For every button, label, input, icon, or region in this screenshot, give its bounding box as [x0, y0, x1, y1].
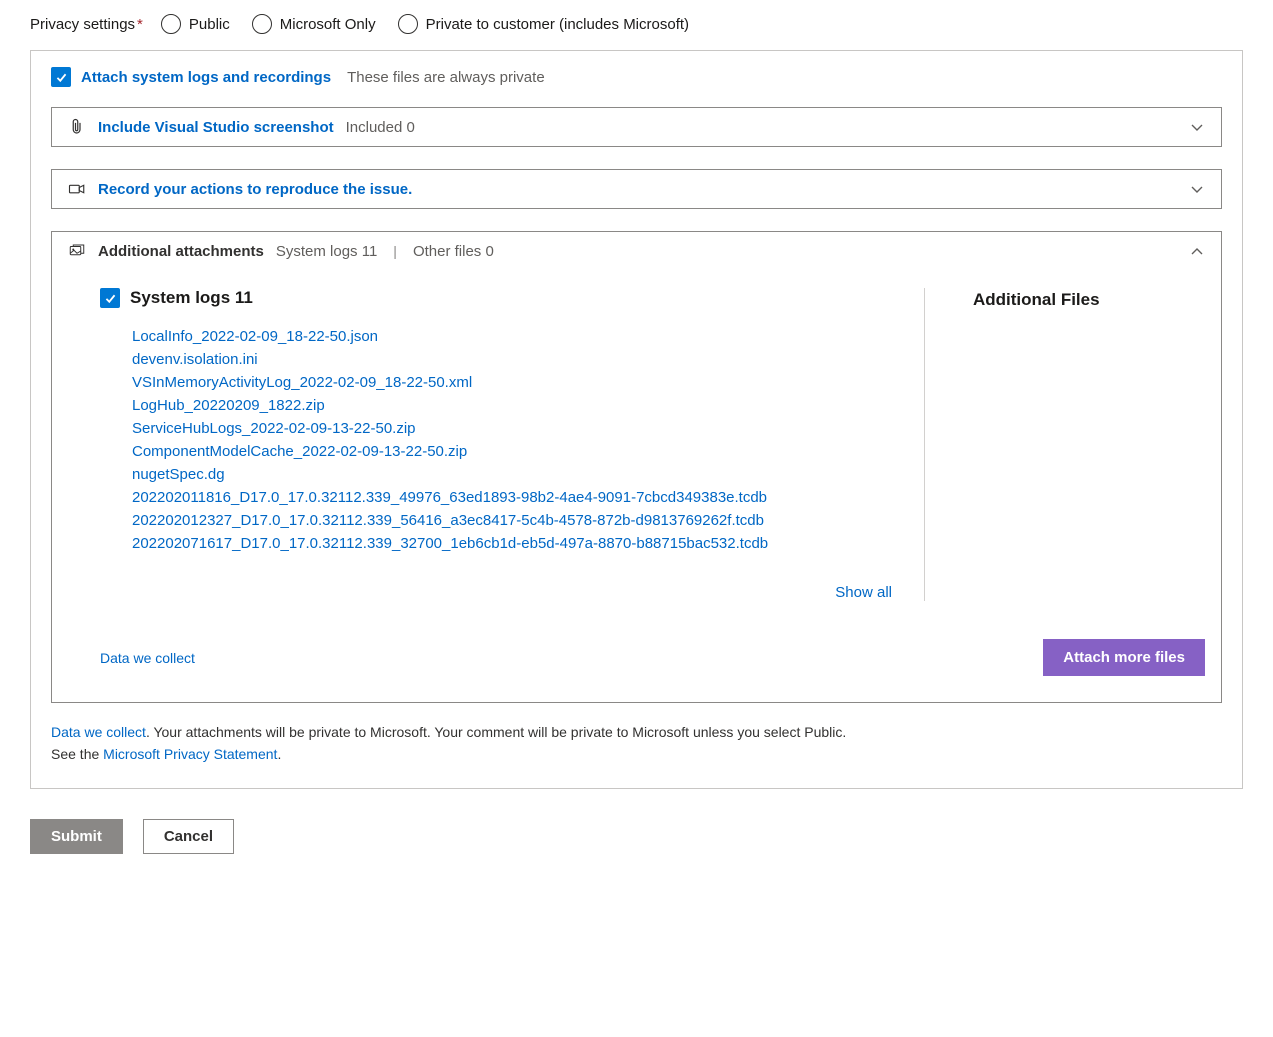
system-logs-checkbox[interactable]	[100, 288, 120, 308]
attach-system-logs-label[interactable]: Attach system logs and recordings	[81, 69, 331, 86]
privacy-label-text: Privacy settings	[30, 16, 135, 33]
required-asterisk: *	[137, 16, 143, 33]
attach-system-logs-row: Attach system logs and recordings These …	[51, 67, 1222, 87]
privacy-option-private-to-customer[interactable]: Private to customer (includes Microsoft)	[398, 14, 689, 34]
privacy-radio-group: Public Microsoft Only Private to custome…	[161, 14, 689, 34]
check-icon	[104, 292, 117, 305]
chevron-down-icon	[1189, 181, 1205, 197]
privacy-label: Privacy settings*	[30, 16, 143, 33]
paperclip-icon	[68, 118, 86, 136]
legal-text-3: .	[277, 746, 281, 762]
system-log-file-link[interactable]: devenv.isolation.ini	[132, 351, 900, 368]
radio-label: Public	[189, 16, 230, 33]
additional-files-heading: Additional Files	[973, 290, 1205, 310]
action-buttons-row: Submit Cancel	[30, 819, 1243, 854]
radio-icon	[398, 14, 418, 34]
system-log-file-link[interactable]: VSInMemoryActivityLog_2022-02-09_18-22-5…	[132, 374, 900, 391]
legal-data-we-collect-link[interactable]: Data we collect	[51, 724, 146, 740]
system-log-file-link[interactable]: ServiceHubLogs_2022-02-09-13-22-50.zip	[132, 420, 900, 437]
additional-attachments-header[interactable]: Additional attachments System logs 11 | …	[52, 232, 1221, 270]
radio-icon	[252, 14, 272, 34]
record-panel-header[interactable]: Record your actions to reproduce the iss…	[52, 170, 1221, 208]
radio-label: Private to customer (includes Microsoft)	[426, 16, 689, 33]
additional-attachments-panel: Additional attachments System logs 11 | …	[51, 231, 1222, 703]
privacy-option-microsoft-only[interactable]: Microsoft Only	[252, 14, 376, 34]
attachments-footer: Data we collect Attach more files	[68, 639, 1205, 676]
additional-panel-meta1: System logs 11	[276, 243, 377, 260]
attach-more-files-button[interactable]: Attach more files	[1043, 639, 1205, 676]
legal-text-2: See the	[51, 746, 103, 762]
screenshot-panel-header[interactable]: Include Visual Studio screenshot Include…	[52, 108, 1221, 146]
system-log-file-link[interactable]: 202202011816_D17.0_17.0.32112.339_49976_…	[132, 489, 900, 506]
screenshot-panel: Include Visual Studio screenshot Include…	[51, 107, 1222, 147]
privacy-option-public[interactable]: Public	[161, 14, 230, 34]
legal-text: Data we collect. Your attachments will b…	[51, 721, 1222, 766]
data-we-collect-link[interactable]: Data we collect	[68, 650, 195, 666]
additional-files-column: Additional Files	[925, 288, 1205, 601]
record-panel: Record your actions to reproduce the iss…	[51, 169, 1222, 209]
microsoft-privacy-statement-link[interactable]: Microsoft Privacy Statement	[103, 746, 277, 762]
system-log-file-link[interactable]: ComponentModelCache_2022-02-09-13-22-50.…	[132, 443, 900, 460]
screenshot-panel-meta: Included 0	[346, 119, 415, 136]
submit-button[interactable]: Submit	[30, 819, 123, 854]
show-all-row: Show all	[100, 584, 900, 601]
screenshot-panel-title: Include Visual Studio screenshot	[98, 119, 334, 136]
show-all-link[interactable]: Show all	[835, 584, 892, 601]
attach-system-logs-hint: These files are always private	[347, 69, 545, 86]
check-icon	[55, 71, 68, 84]
legal-text-1: . Your attachments will be private to Mi…	[146, 724, 846, 740]
system-log-file-link[interactable]: 202202012327_D17.0_17.0.32112.339_56416_…	[132, 512, 900, 529]
record-panel-title: Record your actions to reproduce the iss…	[98, 181, 412, 198]
system-logs-heading-row: System logs 11	[100, 288, 900, 308]
attachments-card: Attach system logs and recordings These …	[30, 50, 1243, 789]
privacy-settings-row: Privacy settings* Public Microsoft Only …	[30, 14, 1243, 34]
chevron-down-icon	[1189, 119, 1205, 135]
system-log-file-link[interactable]: LogHub_20220209_1822.zip	[132, 397, 900, 414]
system-logs-file-list: LocalInfo_2022-02-09_18-22-50.jsondevenv…	[100, 328, 900, 552]
video-camera-icon	[68, 180, 86, 198]
additional-panel-title: Additional attachments	[98, 243, 264, 260]
system-log-file-link[interactable]: LocalInfo_2022-02-09_18-22-50.json	[132, 328, 900, 345]
additional-attachments-body: System logs 11 LocalInfo_2022-02-09_18-2…	[52, 270, 1221, 702]
images-icon	[68, 242, 86, 260]
additional-panel-meta2: Other files 0	[413, 243, 494, 260]
radio-label: Microsoft Only	[280, 16, 376, 33]
chevron-up-icon	[1189, 243, 1205, 259]
system-logs-column: System logs 11 LocalInfo_2022-02-09_18-2…	[68, 288, 925, 601]
system-log-file-link[interactable]: nugetSpec.dg	[132, 466, 900, 483]
system-logs-heading: System logs 11	[130, 288, 253, 308]
system-log-file-link[interactable]: 202202071617_D17.0_17.0.32112.339_32700_…	[132, 535, 900, 552]
attach-system-logs-checkbox[interactable]	[51, 67, 71, 87]
cancel-button[interactable]: Cancel	[143, 819, 234, 854]
meta-separator: |	[393, 243, 397, 259]
radio-icon	[161, 14, 181, 34]
